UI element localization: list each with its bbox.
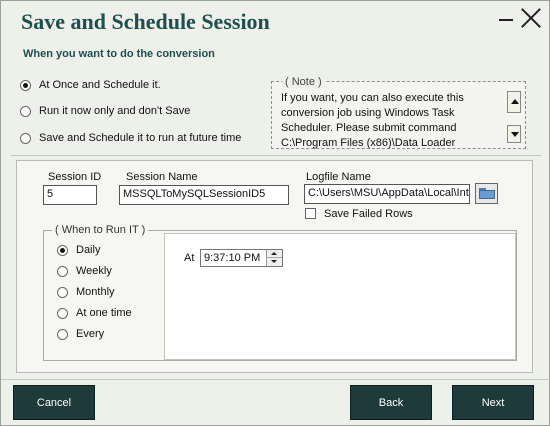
time-spinner[interactable] xyxy=(266,250,282,266)
back-button[interactable]: Back xyxy=(350,385,432,420)
radio-selected-icon xyxy=(20,79,31,91)
radio-icon xyxy=(20,132,31,144)
radio-icon xyxy=(57,328,68,340)
cancel-button[interactable]: Cancel xyxy=(13,385,95,420)
note-scroll-down-button[interactable] xyxy=(507,125,521,143)
schedule-radio-daily[interactable]: Daily xyxy=(57,244,100,256)
radio-selected-icon xyxy=(57,244,68,256)
schedule-radio-every[interactable]: Every xyxy=(57,328,104,340)
divider xyxy=(11,155,541,156)
note-line: C:\Program Files (x86)\Data Loader xyxy=(281,137,456,149)
session-id-field[interactable]: 5 xyxy=(43,185,97,205)
radio-label: Every xyxy=(76,328,105,340)
session-id-label: Session ID xyxy=(48,171,102,183)
spin-up-icon[interactable] xyxy=(267,250,282,258)
browse-folder-button[interactable] xyxy=(475,183,498,204)
footer-divider xyxy=(1,379,550,380)
radio-icon xyxy=(20,105,31,117)
radio-icon xyxy=(57,307,68,319)
save-failed-rows-checkbox[interactable] xyxy=(305,208,316,219)
radio-label: Run it now only and don't Save xyxy=(39,105,191,117)
schedule-radio-at-one-time[interactable]: At one time xyxy=(57,307,132,319)
radio-label: At Once and Schedule it. xyxy=(39,79,161,91)
radio-label: At one time xyxy=(76,307,132,319)
schedule-radio-weekly[interactable]: Weekly xyxy=(57,265,112,277)
save-schedule-window: Save and Schedule Session When you want … xyxy=(0,0,550,426)
radio-icon xyxy=(57,286,68,298)
at-label: At xyxy=(184,252,195,264)
folder-icon-body xyxy=(479,190,495,199)
note-line: If you want, you can also execute this xyxy=(281,92,464,104)
session-name-label: Session Name xyxy=(126,171,198,183)
window-title: Save and Schedule Session xyxy=(21,9,270,34)
note-line: conversion job using Windows Task xyxy=(281,107,455,119)
radio-label: Monthly xyxy=(76,286,115,298)
logfile-name-label: Logfile Name xyxy=(306,171,371,183)
when-to-run-legend: ( When to Run IT ) xyxy=(52,224,149,236)
note-legend: ( Note ) xyxy=(282,76,325,88)
radio-label: Daily xyxy=(76,244,101,256)
session-name-field[interactable]: MSSQLToMySQLSessionID5 xyxy=(119,185,289,205)
save-failed-rows-label: Save Failed Rows xyxy=(324,208,413,220)
note-text[interactable]: If you want, you can also execute this c… xyxy=(281,91,501,149)
radio-run-now-only[interactable]: Run it now only and don't Save xyxy=(20,105,190,117)
schedule-radio-monthly[interactable]: Monthly xyxy=(57,286,115,298)
minimize-icon[interactable] xyxy=(499,19,513,21)
window-subtitle: When you want to do the conversion xyxy=(23,48,215,60)
note-line: Scheduler. Please submit command xyxy=(281,122,457,134)
note-scroll-up-button[interactable] xyxy=(507,91,521,113)
close-icon[interactable] xyxy=(520,7,542,29)
radio-label: Save and Schedule it to run at future ti… xyxy=(39,132,242,144)
radio-label: Weekly xyxy=(76,265,112,277)
radio-icon xyxy=(57,265,68,277)
logfile-name-field[interactable]: C:\Users\MSU\AppData\Local\Inte xyxy=(304,184,470,204)
radio-save-schedule-future[interactable]: Save and Schedule it to run at future ti… xyxy=(20,132,241,144)
note-box: ( Note ) If you want, you can also execu… xyxy=(271,76,526,149)
spin-down-icon[interactable] xyxy=(267,258,282,266)
next-button[interactable]: Next xyxy=(452,385,534,420)
radio-at-once-and-schedule[interactable]: At Once and Schedule it. xyxy=(20,79,161,91)
